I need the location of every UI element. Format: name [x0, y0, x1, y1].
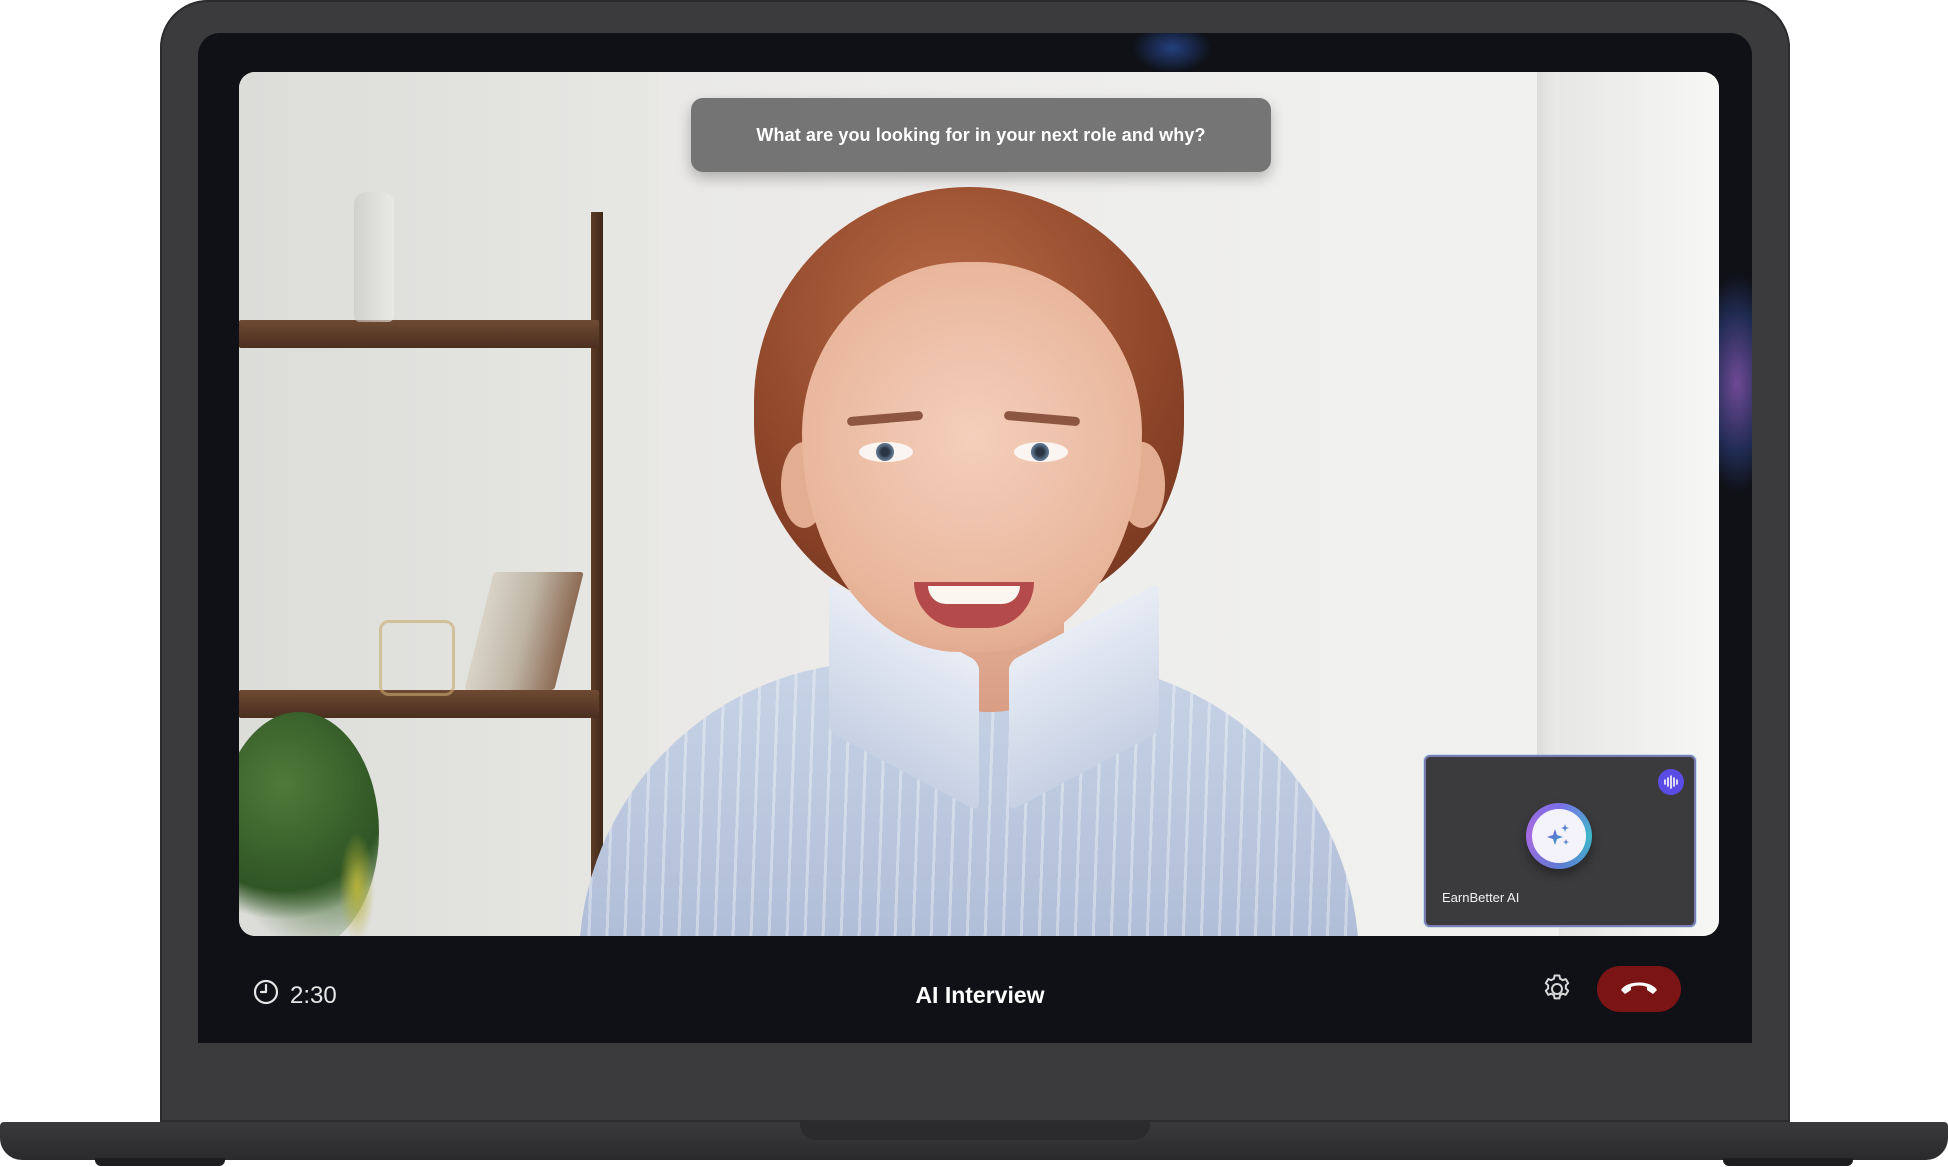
question-banner: What are you looking for in your next ro…: [691, 98, 1271, 172]
ai-participant-name: EarnBetter AI: [1442, 890, 1520, 905]
background-window-post: [1537, 72, 1559, 772]
timer-value: 2:30: [290, 981, 337, 1009]
page-title: AI Interview: [915, 982, 1045, 1008]
laptop-foot-left: [95, 1158, 225, 1166]
end-call-button[interactable]: [1597, 966, 1681, 1012]
vase: [354, 192, 394, 322]
clock-icon: [252, 978, 280, 1013]
phone-hangup-icon: [1617, 977, 1661, 1002]
audio-waveform-icon: [1658, 769, 1684, 795]
ai-avatar: [1526, 803, 1592, 869]
glass-jar: [379, 620, 455, 696]
laptop-base-notch: [800, 1122, 1150, 1140]
candidate-video-feed: What are you looking for in your next ro…: [239, 72, 1719, 936]
ai-participant-tile[interactable]: EarnBetter AI: [1424, 755, 1696, 927]
sparkles-icon: [1532, 809, 1586, 863]
candidate-eye-left: [859, 442, 913, 462]
plant-leaf: [339, 832, 375, 936]
candidate-eye-right: [1014, 442, 1068, 462]
interview-timer: 2:30: [252, 978, 337, 1013]
laptop-mockup: What are you looking for in your next ro…: [0, 0, 1948, 1167]
candidate-person: [539, 152, 1479, 936]
gear-icon[interactable]: [1540, 972, 1574, 1006]
screen-glow-top: [1132, 33, 1212, 73]
laptop-foot-right: [1723, 1158, 1853, 1166]
